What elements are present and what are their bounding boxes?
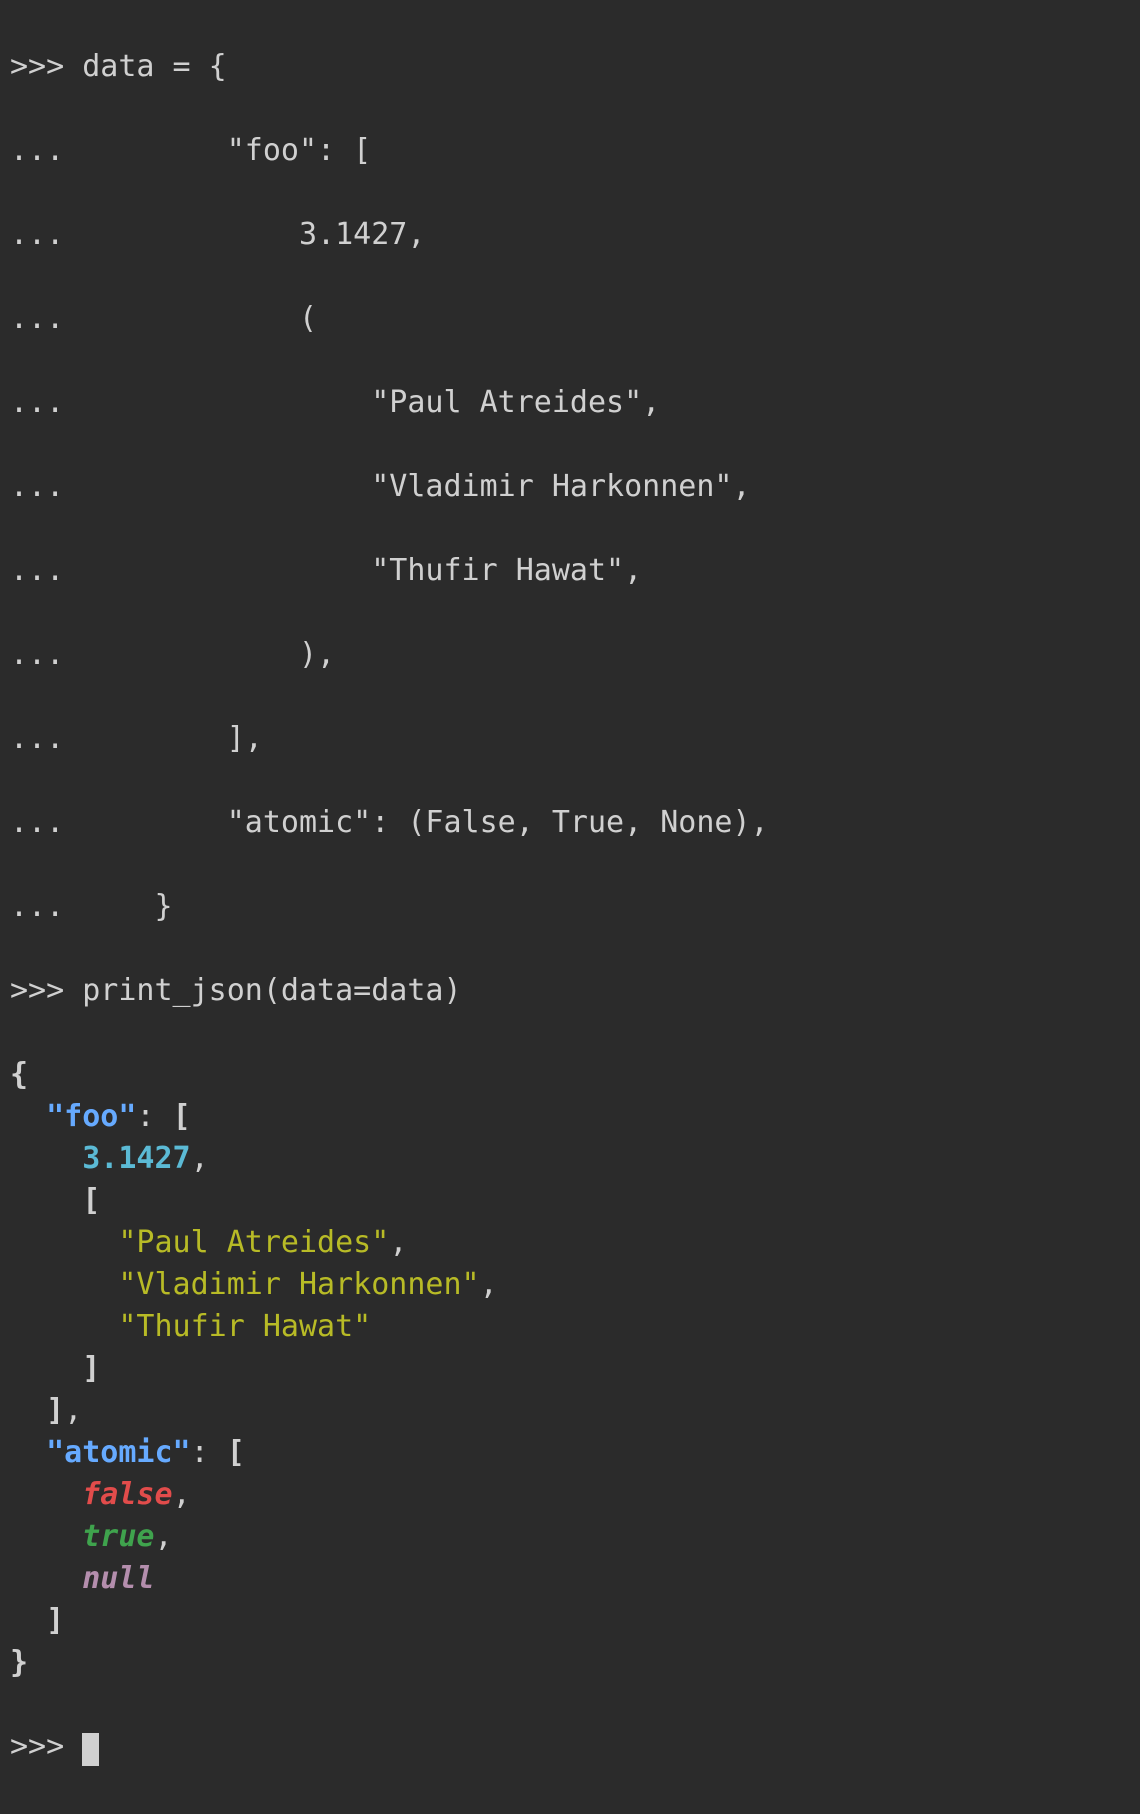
json-output-line: "atomic": [ [10,1432,1130,1474]
json-output-line: [ [10,1180,1130,1222]
json-output-line: null [10,1558,1130,1600]
token-g: : [191,1435,227,1470]
repl-input-line: ... "atomic": (False, True, None), [10,802,1130,844]
token-br: [ [173,1099,191,1134]
token-g: , [191,1141,209,1176]
token-g [10,1435,46,1470]
repl-input-line: ... 3.1427, [10,214,1130,256]
token-str: "Thufir Hawat" [118,1309,371,1344]
token-g: , [64,1393,82,1428]
token-g [10,1603,46,1638]
token-g [10,1225,118,1260]
repl-input-line: ... "Thufir Hawat", [10,550,1130,592]
cursor-icon [82,1733,99,1766]
token-g [10,1561,82,1596]
json-output-line: "Paul Atreides", [10,1222,1130,1264]
token-fal: false [82,1477,172,1512]
repl-input-line: ... "foo": [ [10,130,1130,172]
token-key: "foo" [46,1099,136,1134]
token-g [10,1393,46,1428]
token-g [10,1099,46,1134]
token-br: { [10,1057,28,1092]
token-br: ] [46,1393,64,1428]
token-br: [ [227,1435,245,1470]
token-br: } [10,1645,28,1680]
token-g [10,1267,118,1302]
json-output-line: } [10,1642,1130,1684]
token-g: , [480,1267,498,1302]
json-output-line: true, [10,1516,1130,1558]
token-g [10,1477,82,1512]
prompt-text: >>> [10,1729,82,1764]
repl-input-line: ... ( [10,298,1130,340]
token-g: , [389,1225,407,1260]
token-g [10,1309,118,1344]
token-g [10,1351,82,1386]
json-output-line: ] [10,1600,1130,1642]
json-output-line: ] [10,1348,1130,1390]
token-tru: true [82,1519,154,1554]
token-br: [ [82,1183,100,1218]
json-output-line: "Thufir Hawat" [10,1306,1130,1348]
token-num: 3.1427 [82,1141,190,1176]
token-nul: null [82,1561,154,1596]
token-g [10,1183,82,1218]
json-output-line: ], [10,1390,1130,1432]
json-output-line: 3.1427, [10,1138,1130,1180]
repl-input-line: ... ], [10,718,1130,760]
token-g: , [173,1477,191,1512]
token-g: : [136,1099,172,1134]
json-output-line: { [10,1054,1130,1096]
repl-input-line: ... } [10,886,1130,928]
json-output-line: false, [10,1474,1130,1516]
token-str: "Paul Atreides" [118,1225,389,1260]
token-br: ] [82,1351,100,1386]
repl-input-line: ... "Paul Atreides", [10,382,1130,424]
repl-prompt[interactable]: >>> [10,1726,1130,1768]
repl-input-line: ... ), [10,634,1130,676]
json-output-line: "Vladimir Harkonnen", [10,1264,1130,1306]
token-g [10,1141,82,1176]
token-br: ] [46,1603,64,1638]
token-g [10,1519,82,1554]
token-key: "atomic" [46,1435,191,1470]
json-output: { "foo": [ 3.1427, [ "Paul Atreides", "V… [10,1054,1130,1684]
token-g: , [155,1519,173,1554]
token-str: "Vladimir Harkonnen" [118,1267,479,1302]
terminal[interactable]: >>> data = { ... "foo": [ ... 3.1427, ..… [0,0,1140,1814]
repl-input-line: >>> print_json(data=data) [10,970,1130,1012]
repl-input-line: ... "Vladimir Harkonnen", [10,466,1130,508]
repl-input-line: >>> data = { [10,46,1130,88]
json-output-line: "foo": [ [10,1096,1130,1138]
